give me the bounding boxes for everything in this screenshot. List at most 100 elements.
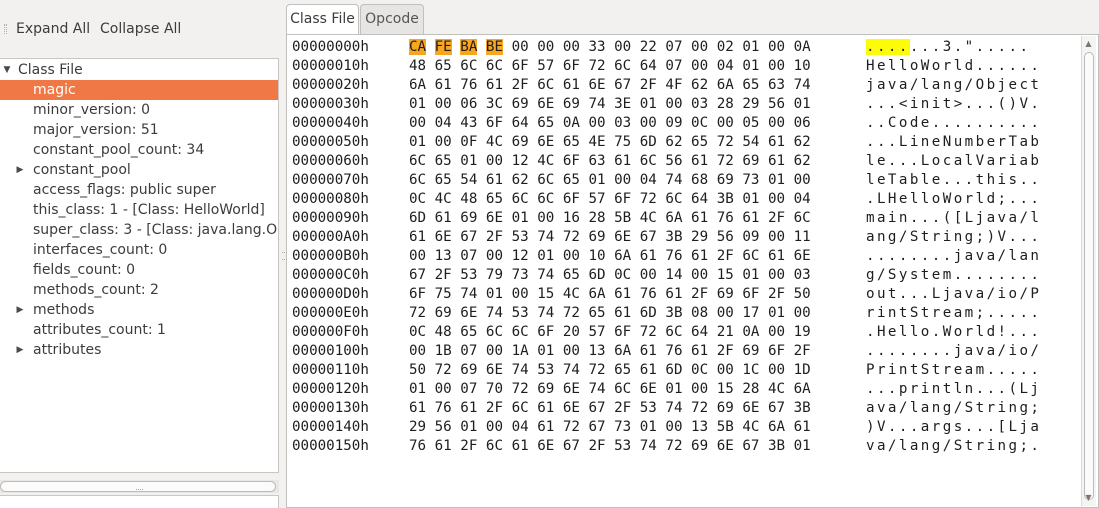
hex-byte[interactable]: 6F [768, 343, 785, 359]
hex-byte[interactable]: 53 [460, 267, 477, 283]
hex-byte[interactable]: 0C [409, 191, 426, 207]
hex-byte[interactable]: 06 [794, 115, 811, 131]
collapsed-triangle-icon[interactable]: ▶ [14, 300, 26, 320]
ascii-row[interactable]: .LHelloWorld;... [866, 190, 1041, 209]
tree-node[interactable]: attributes_count: 1 [0, 320, 278, 340]
hex-byte[interactable]: 09 [665, 115, 682, 131]
hex-byte[interactable]: 2F [768, 286, 785, 302]
hex-byte[interactable]: 74 [794, 77, 811, 93]
hex-byte[interactable]: 00 [614, 39, 631, 55]
hex-byte[interactable]: 01 [640, 419, 657, 435]
hex-byte[interactable]: 00 [435, 381, 452, 397]
hex-byte[interactable]: 01 [588, 172, 605, 188]
hex-byte[interactable]: 57 [537, 58, 554, 74]
hex-byte[interactable]: 28 [742, 381, 759, 397]
hex-byte[interactable]: 72 [409, 305, 426, 321]
hex-byte[interactable]: 50 [409, 362, 426, 378]
hex-byte[interactable]: 00 [768, 362, 785, 378]
hex-byte[interactable]: 65 [537, 115, 554, 131]
hex-byte[interactable]: 61 [486, 77, 503, 93]
hex-byte[interactable]: 6D [640, 134, 657, 150]
hex-byte[interactable]: 11 [794, 229, 811, 245]
hex-byte[interactable]: 53 [512, 305, 529, 321]
class-file-tree[interactable]: ▼ Class File magic minor_version: 0 major_ve… [0, 58, 279, 473]
hex-byte[interactable]: 2F [588, 438, 605, 454]
hex-byte[interactable]: 65 [435, 172, 452, 188]
hex-byte[interactable]: 65 [563, 134, 580, 150]
hex-byte[interactable]: 07 [460, 381, 477, 397]
hex-byte[interactable]: 53 [537, 362, 554, 378]
hex-byte[interactable]: 2F [794, 343, 811, 359]
hex-row[interactable]: 72 69 6E 74 53 74 72 65 61 6D 3B 08 00 1… [409, 304, 811, 323]
hex-byte[interactable]: 6E [460, 305, 477, 321]
hex-byte[interactable]: 61 [537, 400, 554, 416]
hex-byte[interactable]: 15 [537, 286, 554, 302]
hex-byte[interactable]: 76 [640, 286, 657, 302]
ascii-row[interactable]: ang/String;)V... [866, 228, 1041, 247]
hex-byte[interactable]: 61 [691, 210, 708, 226]
hex-byte[interactable]: 69 [717, 400, 734, 416]
hex-byte[interactable]: 6C [409, 172, 426, 188]
hex-byte[interactable]: 74 [460, 286, 477, 302]
hex-byte[interactable]: 00 [691, 39, 708, 55]
tree-node[interactable]: magic [0, 80, 278, 100]
hex-byte[interactable]: 00 [691, 58, 708, 74]
hex-byte[interactable]: 75 [435, 286, 452, 302]
hex-byte[interactable]: 61 [768, 248, 785, 264]
hex-byte[interactable]: 70 [486, 381, 503, 397]
hex-byte[interactable]: 3B [665, 229, 682, 245]
hex-byte[interactable]: 5B [614, 210, 631, 226]
hex-byte[interactable]: 03 [691, 96, 708, 112]
hex-byte[interactable]: 00 [588, 115, 605, 131]
hex-byte[interactable]: 4F [665, 77, 682, 93]
ascii-row[interactable]: ava/lang/String; [866, 399, 1041, 418]
hex-byte[interactable]: 28 [588, 210, 605, 226]
hex-byte[interactable]: 00 [486, 343, 503, 359]
hex-byte[interactable]: 63 [588, 153, 605, 169]
hex-byte[interactable]: 74 [486, 305, 503, 321]
hex-byte[interactable]: 50 [794, 286, 811, 302]
hex-row[interactable]: 0C 4C 48 65 6C 6C 6F 57 6F 72 6C 64 3B 0… [409, 190, 811, 209]
hex-byte[interactable]: 67 [563, 438, 580, 454]
hex-byte[interactable]: 54 [742, 134, 759, 150]
hex-byte[interactable]: 6F [614, 324, 631, 340]
hex-byte[interactable]: 00 [486, 248, 503, 264]
hex-byte[interactable]: 61 [614, 153, 631, 169]
hex-byte[interactable]: 16 [563, 210, 580, 226]
hex-byte[interactable]: 69 [717, 286, 734, 302]
hex-byte[interactable]: 72 [435, 362, 452, 378]
hex-byte[interactable]: 69 [512, 134, 529, 150]
hex-byte[interactable]: 72 [640, 324, 657, 340]
ascii-row[interactable]: .Hello.World!... [866, 323, 1041, 342]
hex-row[interactable]: 00 04 43 6F 64 65 0A 00 03 00 09 0C 00 0… [409, 114, 811, 133]
hex-byte[interactable]: 62 [794, 153, 811, 169]
hex-row[interactable]: 00 1B 07 00 1A 01 00 13 6A 61 76 61 2F 6… [409, 342, 811, 361]
hex-byte[interactable]: 22 [640, 39, 657, 55]
hex-byte[interactable]: 6E [717, 438, 734, 454]
hex-byte[interactable]: 2F [614, 400, 631, 416]
hex-byte[interactable]: 61 [409, 400, 426, 416]
hex-byte[interactable]: 69 [537, 381, 554, 397]
hex-byte[interactable]: 72 [717, 153, 734, 169]
hex-byte[interactable]: 72 [717, 134, 734, 150]
hex-byte[interactable]: 67 [614, 77, 631, 93]
expand-all-button[interactable]: Expand All [16, 18, 90, 40]
hex-byte[interactable]: 0F [460, 134, 477, 150]
ascii-row[interactable]: g/System........ [866, 266, 1041, 285]
hex-byte[interactable]: 01 [409, 381, 426, 397]
hex-byte[interactable]: 79 [486, 267, 503, 283]
pane-resize-grip[interactable] [136, 489, 143, 492]
hex-byte[interactable]: 10 [588, 248, 605, 264]
hex-byte[interactable]: 6F [742, 286, 759, 302]
hex-byte[interactable]: 62 [794, 134, 811, 150]
hex-byte[interactable]: 01 [512, 210, 529, 226]
hex-byte[interactable]: 76 [435, 400, 452, 416]
hex-byte[interactable]: 61 [691, 248, 708, 264]
ascii-row[interactable]: ...<init>...()V. [866, 95, 1041, 114]
hex-byte[interactable]: 61 [614, 286, 631, 302]
hex-byte[interactable]: 13 [691, 419, 708, 435]
hex-byte[interactable]: 6C [486, 58, 503, 74]
hex-byte[interactable]: 73 [614, 419, 631, 435]
hex-byte[interactable]: 64 [640, 58, 657, 74]
hex-byte[interactable]: 6D [409, 210, 426, 226]
